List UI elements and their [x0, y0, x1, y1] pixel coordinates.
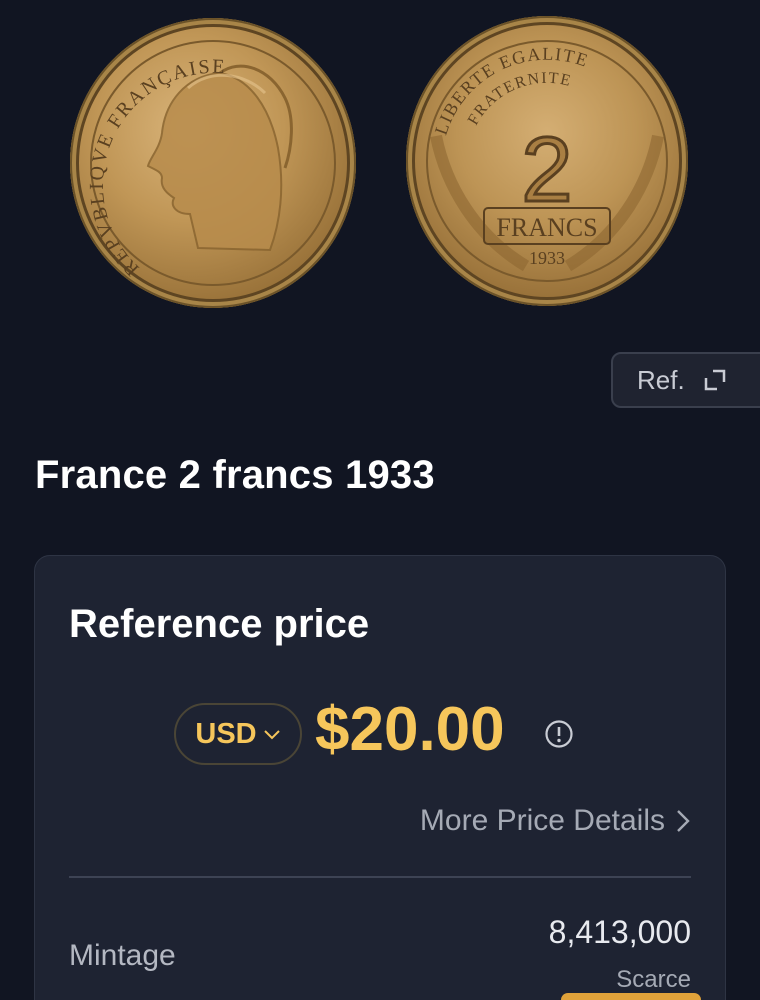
reverse-year: 1933 — [529, 248, 565, 268]
info-icon[interactable] — [544, 719, 574, 749]
coin-obverse-image[interactable]: REPVBLIQVE FRANÇAISE — [70, 18, 356, 308]
currency-select[interactable]: USD — [174, 703, 302, 765]
coin-title: France 2 francs 1933 — [35, 453, 435, 497]
ref-button-label: Ref. — [637, 364, 685, 395]
card-heading: Reference price — [69, 602, 370, 646]
coin-reverse-image[interactable]: LIBERTE EGALITE FRATERNITE 2 FRANCS 1933 — [406, 16, 688, 306]
mintage-rarity-note: Scarce — [616, 966, 691, 993]
more-price-details-label: More Price Details — [419, 804, 665, 837]
price-value: $20.00 — [315, 695, 505, 764]
rarity-indicator — [561, 993, 701, 1000]
expand-icon — [704, 369, 725, 391]
reverse-denomination: 2 — [521, 119, 572, 221]
chevron-down-icon — [263, 730, 280, 740]
coin-obverse-art: REPVBLIQVE FRANÇAISE — [86, 40, 336, 286]
chevron-right-icon — [677, 810, 690, 832]
reference-price-card: Reference price USD $20.00 More Price De… — [34, 555, 726, 1000]
coin-reverse-art: LIBERTE EGALITE FRATERNITE 2 FRANCS 1933 — [426, 40, 668, 282]
reverse-unit: FRANCS — [496, 213, 597, 242]
mintage-label: Mintage — [69, 939, 176, 972]
card-divider — [69, 876, 691, 878]
currency-value: USD — [195, 717, 257, 750]
more-price-details-link[interactable]: More Price Details — [420, 804, 691, 838]
mintage-value: 8,413,000 — [548, 914, 691, 950]
ref-button[interactable]: Ref. — [611, 352, 760, 408]
coin-detail-page: REPVBLIQVE FRANÇAISE LIBERTE EGALITE FRA… — [0, 0, 760, 1000]
